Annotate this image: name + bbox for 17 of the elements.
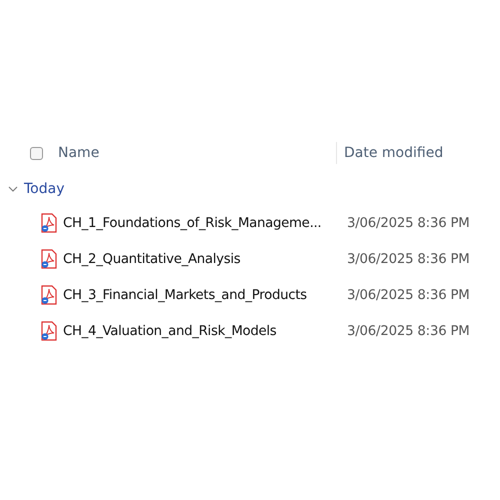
date-modified: 3/06/2025 8:36 PM xyxy=(347,216,470,230)
column-header[interactable]: Date modified xyxy=(344,145,444,161)
file-name[interactable]: CH_1_Foundations_of_Risk_Manageme... xyxy=(63,216,347,230)
pdf-file-icon xyxy=(40,285,58,305)
group-header[interactable]: Today xyxy=(24,181,64,197)
file-name[interactable]: CH_4_Valuation_and_Risk_Models xyxy=(63,324,347,338)
pdf-file-icon xyxy=(40,321,58,341)
column-header[interactable]: Name xyxy=(58,145,336,161)
chevron-icon[interactable] xyxy=(8,186,18,192)
date-modified: 3/06/2025 8:36 PM xyxy=(347,288,470,302)
select-all-checkbox[interactable] xyxy=(30,146,43,160)
file-name[interactable]: CH_3_Financial_Markets_and_Products xyxy=(63,288,347,302)
pdf-file-icon xyxy=(40,249,58,269)
date-modified: 3/06/2025 8:36 PM xyxy=(347,324,470,338)
pdf-file-icon xyxy=(40,213,58,233)
file-name[interactable]: CH_2_Quantitative_Analysis xyxy=(63,252,347,266)
date-modified: 3/06/2025 8:36 PM xyxy=(347,252,470,266)
